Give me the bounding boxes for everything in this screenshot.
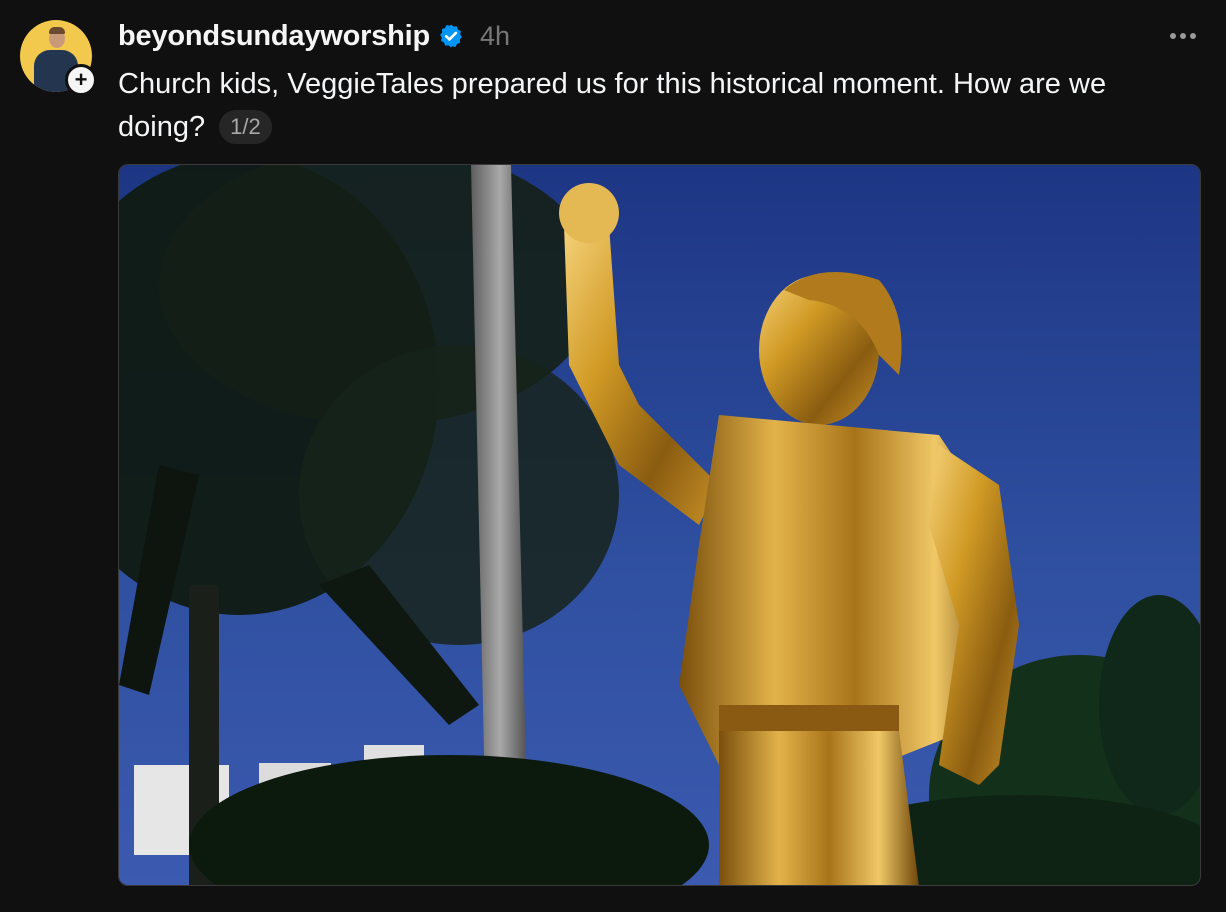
avatar-figure-hair [49, 27, 65, 34]
follow-plus-icon[interactable]: + [65, 64, 97, 96]
statue-fist [559, 183, 619, 243]
statue-legs [719, 731, 919, 885]
verified-badge-icon [440, 24, 462, 48]
more-dot [1180, 33, 1186, 39]
more-dot [1170, 33, 1176, 39]
more-dot [1190, 33, 1196, 39]
username-link[interactable]: beyondsundayworship [118, 20, 430, 53]
post-caption-block: Church kids, VeggieTales prepared us for… [118, 63, 1198, 149]
post-header: beyondsundayworship 4h [118, 17, 510, 55]
statue-photo [119, 165, 1200, 885]
statue-belt [719, 705, 899, 731]
more-options-icon[interactable] [1158, 24, 1208, 48]
media-counter-badge: 1/2 [219, 110, 272, 144]
post-image[interactable] [118, 164, 1201, 886]
post-timestamp: 4h [480, 20, 511, 51]
profile-avatar-container[interactable]: + [20, 20, 97, 96]
